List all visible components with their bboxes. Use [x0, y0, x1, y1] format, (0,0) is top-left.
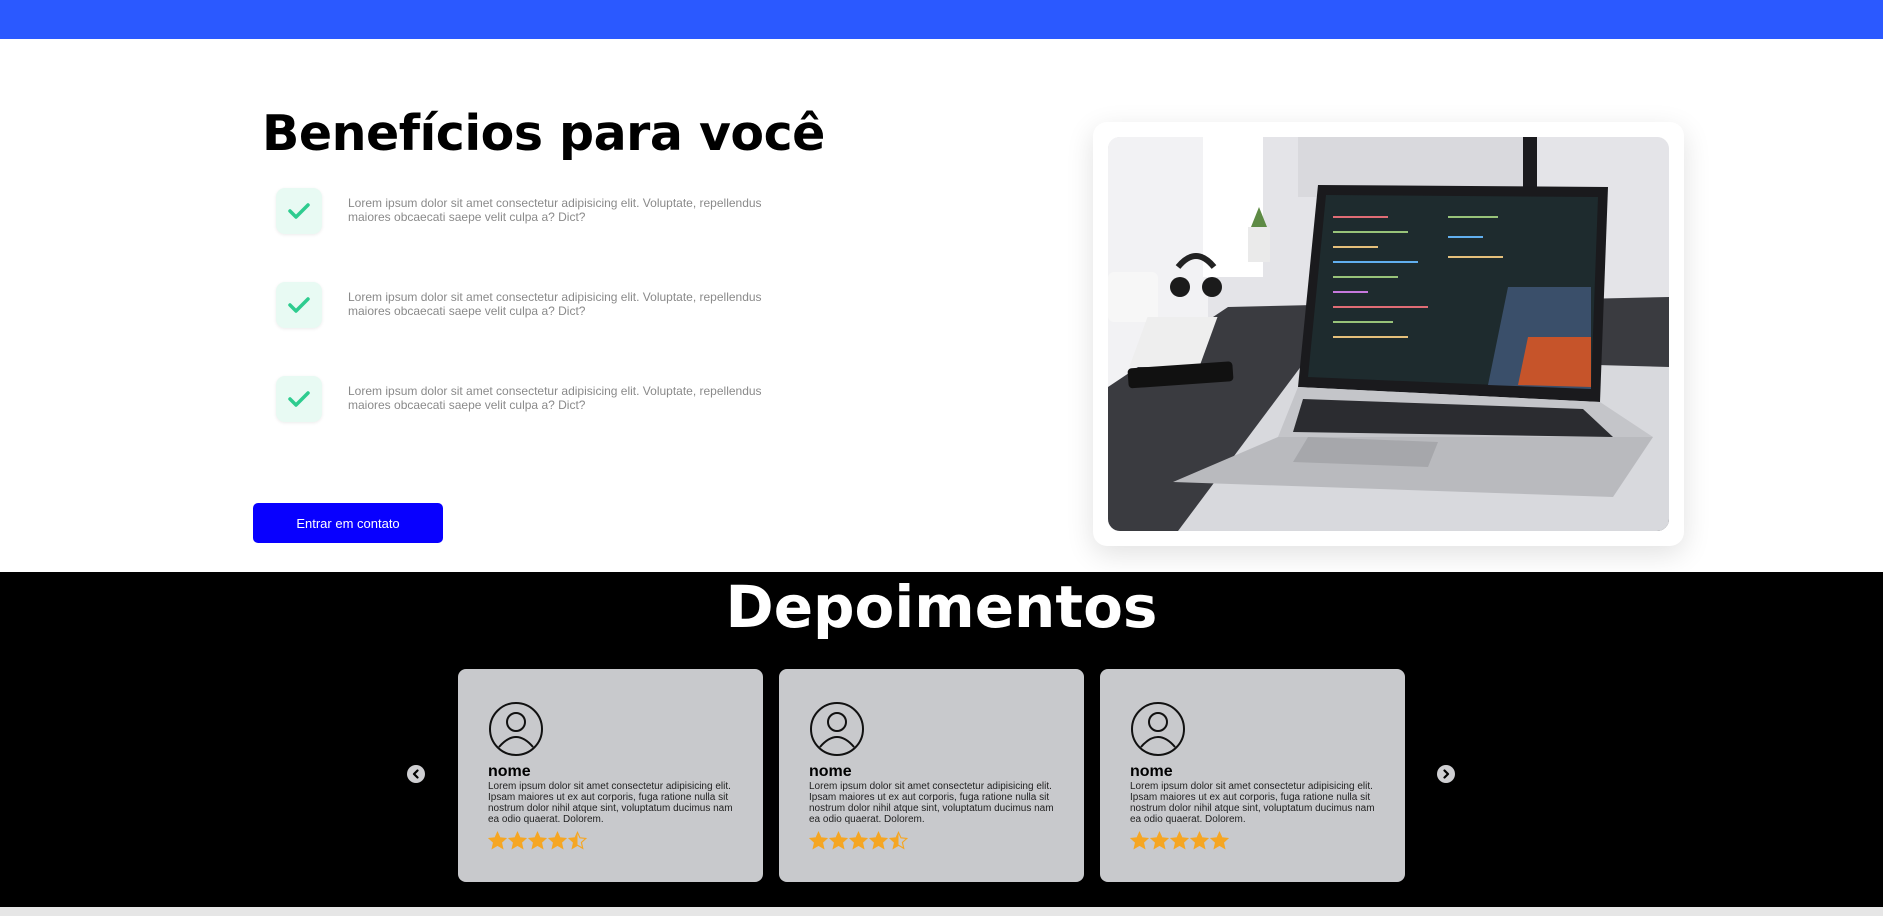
check-icon — [276, 376, 322, 422]
testimonial-text: Lorem ipsum dolor sit amet consectetur a… — [488, 781, 733, 825]
page-bottom-strip — [0, 907, 1883, 916]
testimonials-title: Depoimentos — [725, 573, 1158, 641]
contact-button[interactable]: Entrar em contato — [253, 503, 443, 543]
star-icon — [1210, 831, 1229, 850]
benefit-item: Lorem ipsum dolor sit amet consectetur a… — [276, 376, 796, 422]
user-avatar-icon — [489, 702, 543, 756]
testimonial-name: nome — [1130, 763, 1173, 780]
testimonial-name: nome — [809, 763, 852, 780]
testimonials-section: Depoimentos nome Lorem ipsum dolor sit a… — [0, 572, 1883, 907]
chevron-left-icon — [412, 769, 419, 779]
star-icon — [568, 831, 587, 850]
testimonial-text: Lorem ipsum dolor sit amet consectetur a… — [809, 781, 1054, 825]
star-icon — [488, 831, 507, 850]
star-icon — [829, 831, 848, 850]
star-icon — [809, 831, 828, 850]
check-icon — [276, 282, 322, 328]
star-icon — [1150, 831, 1169, 850]
laptop-photo — [1108, 137, 1669, 531]
benefits-section: Benefícios para você Lorem ipsum dolor s… — [0, 39, 1883, 572]
testimonial-card: nome Lorem ipsum dolor sit amet consecte… — [458, 669, 763, 882]
benefits-title: Benefícios para você — [262, 105, 825, 162]
user-avatar-icon — [810, 702, 864, 756]
star-icon — [528, 831, 547, 850]
user-avatar-icon — [1131, 702, 1185, 756]
top-bar — [0, 0, 1883, 39]
benefit-item: Lorem ipsum dolor sit amet consectetur a… — [276, 282, 796, 328]
testimonial-card: nome Lorem ipsum dolor sit amet consecte… — [779, 669, 1084, 882]
star-icon — [869, 831, 888, 850]
benefit-item: Lorem ipsum dolor sit amet consectetur a… — [276, 188, 796, 234]
star-icon — [849, 831, 868, 850]
star-icon — [889, 831, 908, 850]
benefit-text: Lorem ipsum dolor sit amet consectetur a… — [348, 290, 762, 318]
star-icon — [1130, 831, 1149, 850]
check-icon — [276, 188, 322, 234]
benefit-text: Lorem ipsum dolor sit amet consectetur a… — [348, 196, 762, 224]
star-icon — [1170, 831, 1189, 850]
testimonial-name: nome — [488, 763, 531, 780]
star-rating — [809, 831, 908, 850]
testimonial-text: Lorem ipsum dolor sit amet consectetur a… — [1130, 781, 1375, 825]
testimonial-card: nome Lorem ipsum dolor sit amet consecte… — [1100, 669, 1405, 882]
star-rating — [488, 831, 587, 850]
star-rating — [1130, 831, 1229, 850]
star-icon — [508, 831, 527, 850]
benefit-text: Lorem ipsum dolor sit amet consectetur a… — [348, 384, 762, 412]
chevron-right-icon — [1443, 769, 1450, 779]
star-icon — [548, 831, 567, 850]
carousel-prev-button[interactable] — [407, 765, 425, 783]
star-icon — [1190, 831, 1209, 850]
laptop-photo-card — [1093, 122, 1684, 546]
carousel-next-button[interactable] — [1437, 765, 1455, 783]
